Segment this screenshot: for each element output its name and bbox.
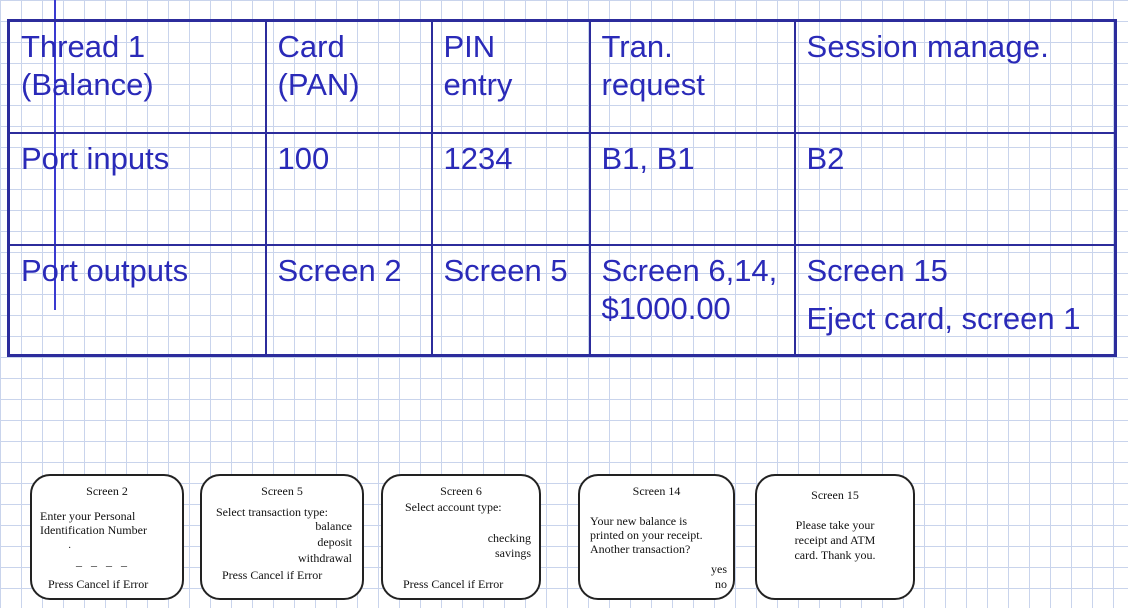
- option-checking: checking: [487, 531, 531, 545]
- header-cell-session: Session manage.: [793, 19, 1117, 135]
- atm-screen-2: Screen 2 Enter your Personal Identificat…: [30, 474, 184, 600]
- screen-title: Screen 14: [632, 484, 681, 498]
- table-cell: Screen 2: [264, 243, 433, 357]
- option-deposit: deposit: [317, 535, 352, 549]
- header-cell-tran: Tran. request: [588, 19, 796, 135]
- atm-screen-5: Screen 5 Select transaction type: balanc…: [200, 474, 364, 600]
- table-cell: Screen 6,14, $1000.00: [588, 243, 796, 357]
- screen-title: Screen 2: [86, 484, 128, 498]
- pin-placeholder: _ _ _ _: [76, 554, 130, 568]
- screen-footer: Press Cancel if Error: [48, 577, 149, 591]
- table-cell: Screen 5: [430, 243, 591, 357]
- table-cell: B1, B1: [588, 132, 796, 246]
- screen-text: Select account type:: [405, 500, 502, 514]
- table-cell: 1234: [430, 132, 591, 246]
- atm-screen-6: Screen 6 Select account type: checking s…: [381, 474, 541, 600]
- screen-text: receipt and ATM: [794, 533, 876, 547]
- screen-title: Screen 15: [811, 488, 859, 502]
- screen-text: Another transaction?: [590, 542, 691, 556]
- screen-title: Screen 5: [261, 484, 303, 498]
- table-cell: 100: [264, 132, 433, 246]
- atm-screen-14: Screen 14 Your new balance is printed on…: [578, 474, 735, 600]
- header-cell-thread: Thread 1 (Balance): [7, 19, 267, 135]
- screen-text: Select transaction type:: [216, 505, 328, 519]
- screen-text: Please take your: [795, 518, 875, 532]
- option-balance: balance: [315, 519, 352, 533]
- option-withdrawal: withdrawal: [298, 551, 352, 565]
- header-row: Thread 1 (Balance) Card (PAN) PIN entry …: [7, 19, 1117, 135]
- inputs-row: Port inputs 100 1234 B1, B1 B2: [7, 132, 1117, 246]
- option-yes: yes: [711, 562, 727, 576]
- screen-text: Enter your Personal: [40, 509, 136, 523]
- table-cell: B2: [793, 132, 1117, 246]
- row-label-inputs: Port inputs: [7, 132, 267, 246]
- atm-screen-15: Screen 15 Please take your receipt and A…: [755, 474, 915, 600]
- screen-footer: Press Cancel if Error: [222, 568, 323, 582]
- option-no: no: [715, 577, 727, 591]
- header-cell-pin: PIN entry: [430, 19, 591, 135]
- screen-text: Your new balance is: [590, 514, 688, 528]
- table-cell: Screen 15 Eject card, screen 1: [793, 243, 1117, 357]
- screen-text: printed on your receipt.: [590, 528, 703, 542]
- screen-title: Screen 6: [440, 484, 482, 498]
- outputs-row: Port outputs Screen 2 Screen 5 Screen 6,…: [7, 243, 1117, 357]
- screen-footer: Press Cancel if Error: [403, 577, 504, 591]
- row-label-outputs: Port outputs: [7, 243, 267, 357]
- screen-text: card. Thank you.: [794, 548, 876, 562]
- option-savings: savings: [495, 546, 531, 560]
- header-cell-card: Card (PAN): [264, 19, 433, 135]
- screen-text: Identification Number: [40, 523, 147, 537]
- pin-dot: ·: [68, 543, 72, 554]
- thread-table: Thread 1 (Balance) Card (PAN) PIN entry …: [7, 19, 1117, 357]
